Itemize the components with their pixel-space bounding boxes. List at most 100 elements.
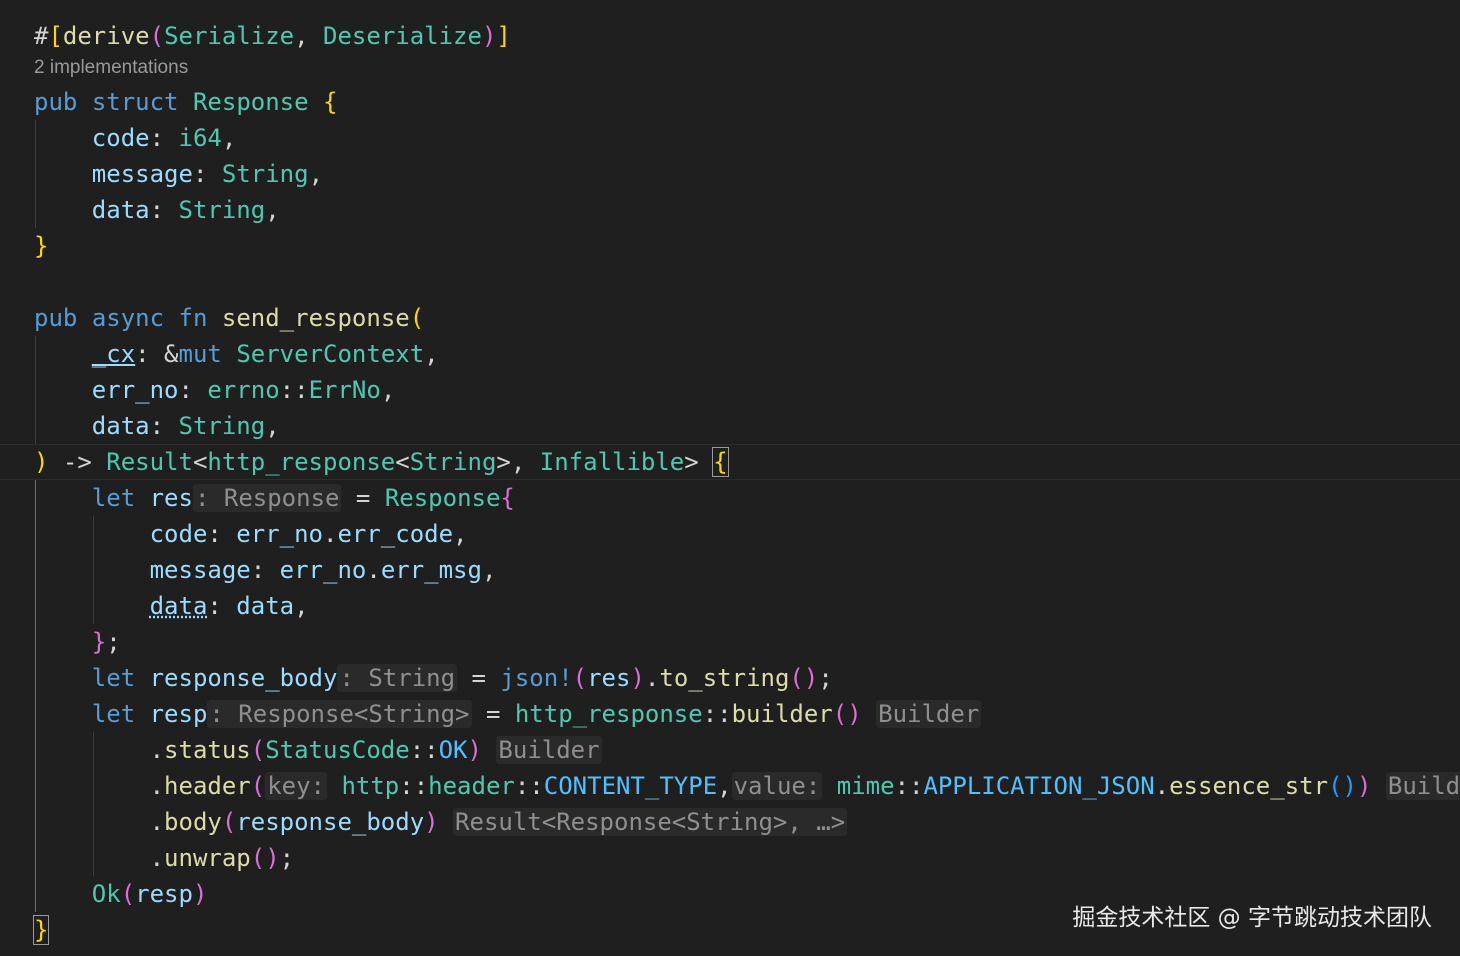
code-token: ] — [496, 22, 511, 50]
code-token: header — [164, 772, 251, 800]
code-line[interactable]: .body(response_body) Result<Response<Str… — [0, 804, 1460, 840]
code-line[interactable]: code: i64, — [0, 120, 1460, 156]
code-token: . — [366, 556, 381, 584]
code-line[interactable]: data: data, — [0, 588, 1460, 624]
code-token: resp — [135, 880, 193, 908]
code-token: err_msg — [380, 556, 482, 584]
codelens-implementations[interactable]: 2 implementations — [0, 50, 1460, 86]
code-line[interactable]: let res: Response = Response{ — [0, 480, 1460, 516]
code-token: derive — [62, 22, 150, 50]
code-token: . — [644, 664, 660, 692]
code-token: ( — [149, 22, 165, 50]
code-line[interactable]: data: String, — [0, 408, 1460, 444]
code-line[interactable]: message: err_no.err_msg, — [0, 552, 1460, 588]
code-line[interactable]: } — [0, 228, 1460, 264]
code-line[interactable]: .unwrap(); — [0, 840, 1460, 876]
code-token: Deserialize — [323, 22, 482, 50]
code-line[interactable]: .status(StatusCode::OK) Builder — [0, 732, 1460, 768]
code-token: } — [91, 628, 107, 656]
code-token: () — [832, 700, 862, 728]
code-token: :: — [399, 772, 429, 800]
code-token: ( — [250, 736, 266, 764]
code-token: () — [250, 844, 280, 872]
code-token: # — [34, 22, 49, 50]
code-token: ) — [34, 448, 49, 476]
code-token: Response — [384, 484, 501, 512]
code-line[interactable]: _cx: &mut ServerContext, — [0, 336, 1460, 372]
code-line[interactable]: data: String, — [0, 192, 1460, 228]
code-token: message — [149, 556, 251, 584]
code-token: . — [34, 844, 165, 872]
code-line[interactable]: let resp: Response<String> = http_respon… — [0, 696, 1460, 732]
code-token: code — [149, 520, 208, 548]
code-token: ( — [572, 664, 588, 692]
code-token: ( — [221, 808, 237, 836]
code-token: res — [587, 664, 631, 692]
code-token: () — [789, 664, 819, 692]
code-token: pub — [34, 88, 78, 116]
code-token: essence_str — [1169, 772, 1329, 800]
code-line[interactable]: let response_body: String = json!(res).t… — [0, 660, 1460, 696]
code-token: unwrap — [164, 844, 251, 872]
code-line[interactable]: pub struct Response { — [0, 84, 1460, 120]
code-token: pub — [34, 304, 78, 332]
code-token: i64 — [178, 124, 222, 152]
code-token: , — [221, 124, 237, 152]
code-token: http_response — [514, 700, 703, 728]
inlay-hint: : Response<String> — [207, 700, 472, 728]
code-token: code — [91, 124, 150, 152]
code-token: = — [471, 700, 515, 728]
code-token: builder — [731, 700, 833, 728]
code-token: ; — [106, 628, 121, 656]
inlay-hint: Result<Response<String>, …> — [453, 808, 848, 836]
code-line[interactable]: message: String, — [0, 156, 1460, 192]
inlay-hint: value: — [731, 772, 823, 800]
code-token: APPLICATION_JSON — [923, 772, 1155, 800]
inlay-hint: key: — [265, 772, 327, 800]
code-token: http_response — [207, 448, 396, 476]
code-line[interactable]: pub async fn send_response( — [0, 300, 1460, 336]
code-line[interactable] — [0, 264, 1460, 300]
code-token: ) — [424, 808, 439, 836]
code-line[interactable]: #[derive(Serialize, Deserialize)] — [0, 18, 1460, 54]
code-token: >, — [496, 448, 540, 476]
code-token: body — [164, 808, 222, 836]
code-token: send_response — [221, 304, 410, 332]
code-token: , — [265, 196, 280, 224]
code-token: String — [178, 196, 266, 224]
code-token: . — [34, 736, 165, 764]
code-token: String — [409, 448, 497, 476]
code-line[interactable]: }; — [0, 624, 1460, 660]
code-line[interactable]: .header(key: http::header::CONTENT_TYPE,… — [0, 768, 1460, 804]
code-token: err_no — [236, 520, 323, 548]
code-token: StatusCode — [265, 736, 410, 764]
code-line[interactable]: err_no: errno::ErrNo, — [0, 372, 1460, 408]
code-editor[interactable]: 2 implementations #[derive(Serialize, De… — [0, 0, 1460, 956]
inlay-hint: : String — [337, 664, 458, 692]
code-token: async — [91, 304, 165, 332]
code-token: ) — [481, 22, 497, 50]
code-token: : — [149, 196, 179, 224]
code-token: message — [91, 160, 193, 188]
code-line[interactable]: code: err_no.err_code, — [0, 516, 1460, 552]
code-line[interactable]: ) -> Result<http_response<String>, Infal… — [0, 444, 1460, 480]
